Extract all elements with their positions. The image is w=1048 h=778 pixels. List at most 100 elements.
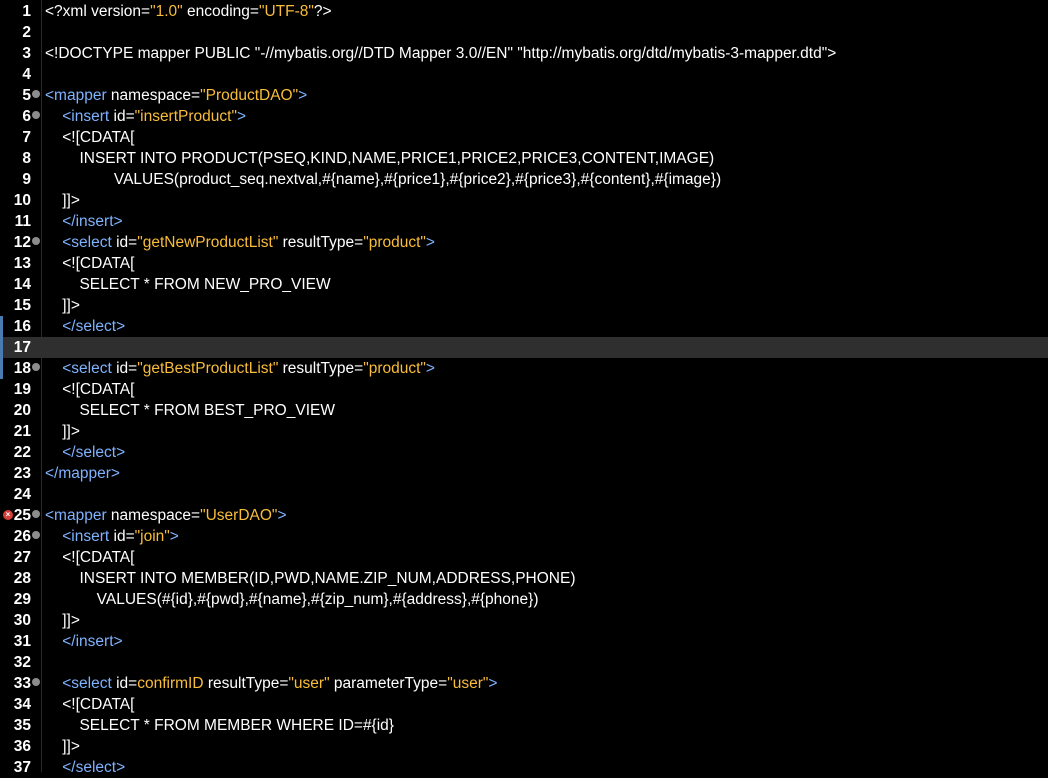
line-code[interactable]: <![CDATA[ bbox=[45, 127, 134, 148]
line-code[interactable]: <insert id="insertProduct"> bbox=[45, 106, 246, 127]
code-line[interactable]: 4 bbox=[0, 64, 1048, 85]
code-line[interactable]: 23 </mapper> bbox=[0, 463, 1048, 484]
code-line[interactable]: 17 bbox=[0, 337, 1048, 358]
code-editor[interactable]: 1 <?xml version="1.0" encoding="UTF-8"?> 2… bbox=[0, 0, 1048, 776]
code-line[interactable]: 14 SELECT * FROM NEW_PRO_VIEW bbox=[0, 274, 1048, 295]
code-line[interactable]: 28 INSERT INTO MEMBER(ID,PWD,NAME.ZIP_NU… bbox=[0, 568, 1048, 589]
line-number: 6 bbox=[22, 108, 31, 125]
code-line[interactable]: 20 SELECT * FROM BEST_PRO_VIEW bbox=[0, 400, 1048, 421]
text-token: ]]> bbox=[45, 738, 80, 755]
line-code[interactable]: </select> bbox=[45, 757, 125, 778]
code-line[interactable]: 13 <![CDATA[ bbox=[0, 253, 1048, 274]
line-code[interactable]: </mapper> bbox=[45, 463, 120, 484]
line-code[interactable]: VALUES(product_seq.nextval,#{name},#{pri… bbox=[45, 169, 721, 190]
code-line[interactable]: 32 bbox=[0, 652, 1048, 673]
code-line[interactable]: 6 <insert id="insertProduct"> bbox=[0, 106, 1048, 127]
code-line[interactable]: 26 <insert id="join"> bbox=[0, 526, 1048, 547]
line-code[interactable]: VALUES(#{id},#{pwd},#{name},#{zip_num},#… bbox=[45, 589, 539, 610]
code-line[interactable]: 7 <![CDATA[ bbox=[0, 127, 1048, 148]
fold-toggle-icon[interactable] bbox=[32, 531, 40, 539]
line-code[interactable]: </select> bbox=[45, 316, 125, 337]
line-code[interactable]: <mapper namespace="UserDAO"> bbox=[45, 505, 287, 526]
line-code[interactable]: <select id=confirmID resultType="user" p… bbox=[45, 673, 497, 694]
code-line[interactable]: 16 </select> bbox=[0, 316, 1048, 337]
xml-tag-token: > bbox=[425, 234, 435, 251]
line-number: 23 bbox=[13, 465, 31, 482]
code-line[interactable]: × 25 <mapper namespace="UserDAO"> bbox=[0, 505, 1048, 526]
code-line[interactable]: 24 bbox=[0, 484, 1048, 505]
attribute-value-token: "ProductDAO" bbox=[200, 87, 299, 104]
code-line[interactable]: 15 ]]> bbox=[0, 295, 1048, 316]
code-line[interactable]: 3 <!DOCTYPE mapper PUBLIC "-//mybatis.org… bbox=[0, 43, 1048, 64]
code-line[interactable]: 1 <?xml version="1.0" encoding="UTF-8"?> bbox=[0, 1, 1048, 22]
line-code[interactable]: <insert id="join"> bbox=[45, 526, 179, 547]
line-code[interactable]: ]]> bbox=[45, 295, 80, 316]
xml-tag-token: <mapper bbox=[45, 507, 111, 524]
xml-tag-token: <select bbox=[62, 234, 117, 251]
line-code[interactable]: <select id="getNewProductList" resultTyp… bbox=[45, 232, 435, 253]
code-line[interactable]: 35 SELECT * FROM MEMBER WHERE ID=#{id} bbox=[0, 715, 1048, 736]
line-code[interactable]: </insert> bbox=[45, 631, 123, 652]
code-line[interactable]: 12 <select id="getNewProductList" result… bbox=[0, 232, 1048, 253]
code-line[interactable]: 31 </insert> bbox=[0, 631, 1048, 652]
code-line[interactable]: 8 INSERT INTO PRODUCT(PSEQ,KIND,NAME,PRI… bbox=[0, 148, 1048, 169]
xml-tag-token: </insert> bbox=[62, 633, 123, 650]
code-line[interactable]: 36 ]]> bbox=[0, 736, 1048, 757]
code-line[interactable]: 21 ]]> bbox=[0, 421, 1048, 442]
fold-toggle-icon[interactable] bbox=[32, 363, 40, 371]
fold-toggle-icon[interactable] bbox=[32, 678, 40, 686]
line-code[interactable]: <select id="getBestProductList" resultTy… bbox=[45, 358, 435, 379]
line-number: 20 bbox=[13, 402, 31, 419]
line-code[interactable]: <![CDATA[ bbox=[45, 253, 134, 274]
line-number: 1 bbox=[22, 3, 31, 20]
code-line[interactable]: 30 ]]> bbox=[0, 610, 1048, 631]
line-code[interactable]: ]]> bbox=[45, 421, 80, 442]
line-code[interactable]: <![CDATA[ bbox=[45, 694, 134, 715]
line-code[interactable]: SELECT * FROM MEMBER WHERE ID=#{id} bbox=[45, 715, 394, 736]
code-line[interactable]: 18 <select id="getBestProductList" resul… bbox=[0, 358, 1048, 379]
line-code[interactable]: SELECT * FROM BEST_PRO_VIEW bbox=[45, 400, 335, 421]
code-line[interactable]: 29 VALUES(#{id},#{pwd},#{name},#{zip_num… bbox=[0, 589, 1048, 610]
xml-tag-token: > bbox=[236, 108, 247, 125]
line-code[interactable]: SELECT * FROM NEW_PRO_VIEW bbox=[45, 274, 331, 295]
line-code[interactable]: <![CDATA[ bbox=[45, 379, 134, 400]
text-token: VALUES(#{id},#{pwd},#{name},#{zip_num},#… bbox=[45, 591, 539, 608]
code-line[interactable]: 33 <select id=confirmID resultType="user… bbox=[0, 673, 1048, 694]
code-line[interactable]: 34 <![CDATA[ bbox=[0, 694, 1048, 715]
line-code[interactable]: <mapper namespace="ProductDAO"> bbox=[45, 85, 307, 106]
code-line[interactable]: 22 </select> bbox=[0, 442, 1048, 463]
fold-toggle-icon[interactable] bbox=[32, 90, 40, 98]
line-code[interactable]: </select> bbox=[45, 442, 125, 463]
line-code[interactable]: ]]> bbox=[45, 190, 80, 211]
attribute-name-token: parameterType= bbox=[329, 675, 448, 692]
attribute-name-token: id= bbox=[116, 675, 138, 692]
fold-toggle-icon[interactable] bbox=[32, 237, 40, 245]
text-token: SELECT * FROM NEW_PRO_VIEW bbox=[45, 276, 331, 293]
xml-tag-token: <insert bbox=[62, 108, 114, 125]
line-code[interactable]: INSERT INTO MEMBER(ID,PWD,NAME.ZIP_NUM,A… bbox=[45, 568, 575, 589]
code-line[interactable]: 9 VALUES(product_seq.nextval,#{name},#{p… bbox=[0, 169, 1048, 190]
code-line[interactable]: 10 ]]> bbox=[0, 190, 1048, 211]
line-number: 19 bbox=[13, 381, 31, 398]
code-line[interactable]: 27 <![CDATA[ bbox=[0, 547, 1048, 568]
code-line[interactable]: 11 </insert> bbox=[0, 211, 1048, 232]
xml-tag-token: <insert bbox=[62, 528, 114, 545]
line-code[interactable]: ]]> bbox=[45, 736, 80, 757]
line-code[interactable]: INSERT INTO PRODUCT(PSEQ,KIND,NAME,PRICE… bbox=[45, 148, 714, 169]
line-code[interactable]: ]]> bbox=[45, 610, 80, 631]
code-line[interactable]: 2 bbox=[0, 22, 1048, 43]
fold-toggle-icon[interactable] bbox=[32, 510, 40, 518]
code-line[interactable]: 5 <mapper namespace="ProductDAO"> bbox=[0, 85, 1048, 106]
line-code[interactable]: <![CDATA[ bbox=[45, 547, 134, 568]
attribute-name-token: namespace= bbox=[110, 507, 201, 524]
code-line[interactable]: 19 <![CDATA[ bbox=[0, 379, 1048, 400]
xml-tag-token: </select> bbox=[62, 318, 126, 335]
line-code[interactable]: <!DOCTYPE mapper PUBLIC "-//mybatis.org/… bbox=[45, 43, 836, 64]
xml-tag-token: > bbox=[425, 360, 435, 377]
fold-toggle-icon[interactable] bbox=[32, 111, 40, 119]
line-code[interactable]: </insert> bbox=[45, 211, 122, 232]
attribute-value-token: confirmID bbox=[137, 675, 204, 692]
line-code[interactable]: <?xml version="1.0" encoding="UTF-8"?> bbox=[45, 1, 332, 22]
code-line[interactable]: 37 </select> bbox=[0, 757, 1048, 778]
